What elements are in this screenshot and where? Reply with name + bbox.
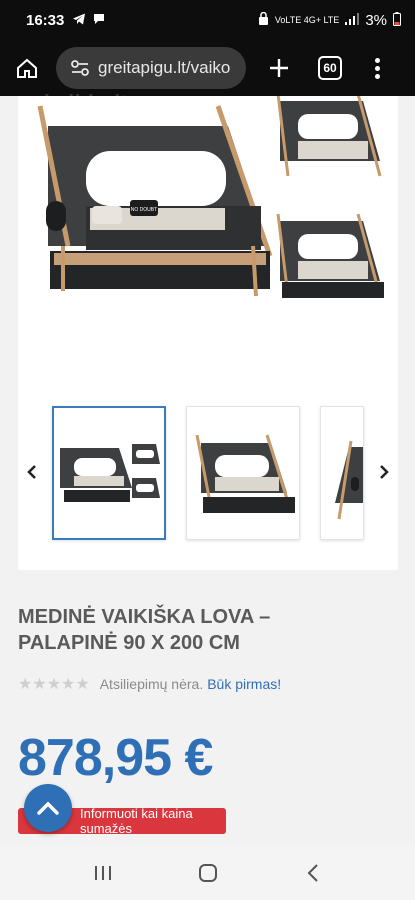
status-right: VoLTE 4G+ LTE 3% [258,11,401,29]
no-reviews-text: Atsiliepimų nėra. [99,676,204,692]
back-icon [307,863,318,882]
pillow-text: NO DOUBT [131,207,157,213]
more-menu-button[interactable] [372,57,382,79]
signal-icon [345,12,360,28]
new-tab-button[interactable] [264,53,294,83]
site-settings-icon[interactable] [70,59,90,77]
status-time: 16:33 [26,11,65,29]
browser-toolbar: greitapigu.lt/vaiko 60 skelbiu.lt [0,40,415,114]
thumbnail-2[interactable] [186,406,300,540]
recent-apps-button[interactable] [83,858,123,888]
chevron-left-icon [27,465,36,479]
menu-dot-icon [374,57,380,63]
rating-row: ★★★★★ Atsiliepimų nėra. Būk pirmas! [18,674,281,694]
page-content: NO DOUBT MEDINĖ VAIKIŠKA LOVA – PALAPINĖ… [0,96,415,845]
write-review-link[interactable]: Būk pirmas! [207,676,281,692]
thumbnail-image [335,440,363,520]
chevron-right-icon [380,465,389,479]
thumbnail-1[interactable] [52,406,166,540]
plus-icon [270,59,288,77]
scroll-to-top-button[interactable] [24,784,72,832]
home-nav-button[interactable] [188,858,228,888]
notification-icons [72,12,106,29]
menu-dot-icon [374,73,380,79]
product-main-image[interactable]: NO DOUBT [18,96,398,386]
next-image-button[interactable] [374,460,394,484]
url-text: greitapigu.lt/vaiko [98,58,231,77]
chevron-up-icon [37,801,59,815]
recent-apps-icon [94,865,111,880]
home-icon [17,58,37,78]
battery-icon [393,11,401,29]
product-price: 878,95 € [18,729,213,787]
status-bar: 16:33 VoLTE 4G+ LTE 3% [0,0,415,40]
thumbnail-3[interactable] [320,406,364,540]
address-bar[interactable]: greitapigu.lt/vaiko [56,47,246,89]
thumbnail-image [60,444,160,502]
product-gallery: NO DOUBT [18,96,398,570]
telegram-icon [72,12,86,29]
lock-icon [258,11,269,28]
back-nav-button[interactable] [293,858,333,888]
tab-switcher-button[interactable]: 60 [318,56,342,80]
thumbnail-image [195,434,295,513]
menu-dot-icon [374,65,380,71]
chat-icon [92,12,106,29]
rating-stars: ★★★★★ [18,676,90,693]
thumbnail-strip [18,402,398,542]
product-title: MEDINĖ VAIKIŠKA LOVA – PALAPINĖ 90 X 200… [18,606,271,654]
battery-percent: 3% [365,11,387,29]
home-button[interactable] [12,53,42,83]
prev-image-button[interactable] [22,460,42,484]
network-label: VoLTE 4G+ LTE [274,15,340,25]
system-nav-bar [0,845,415,900]
home-circle-icon [198,863,217,882]
